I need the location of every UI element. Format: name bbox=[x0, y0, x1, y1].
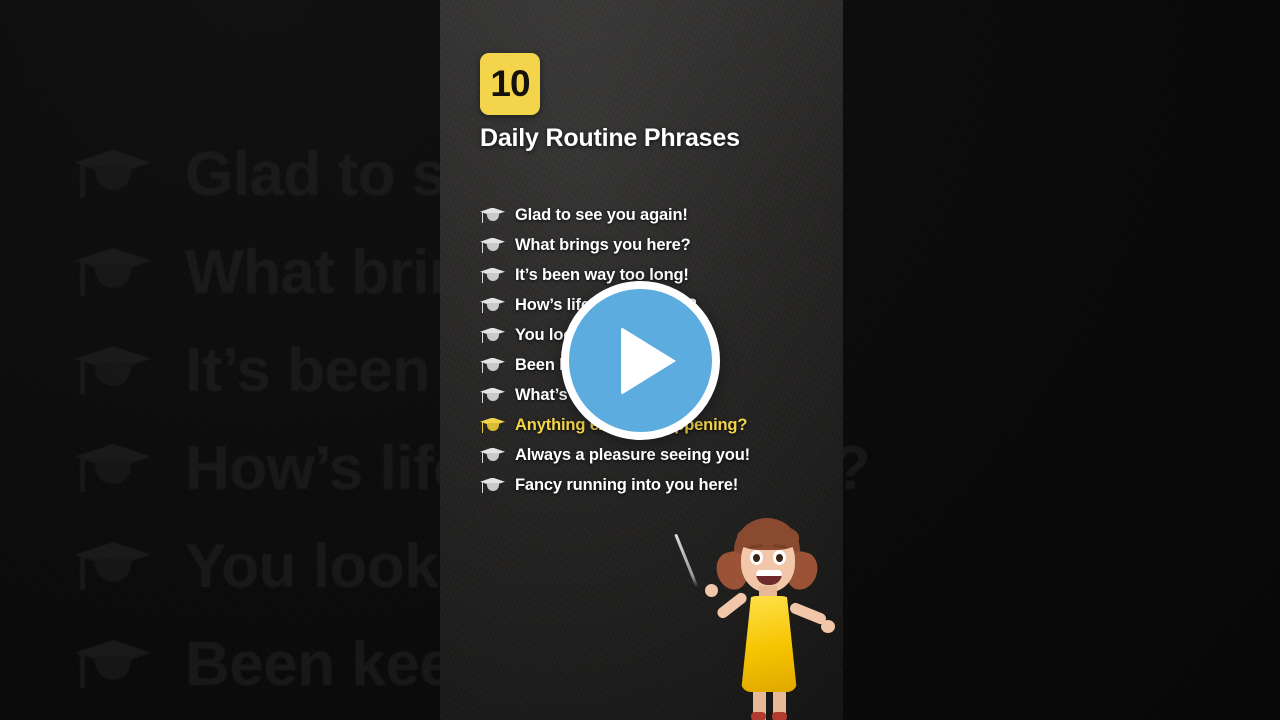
character-pupil-left bbox=[753, 554, 760, 562]
graduation-cap-icon bbox=[480, 327, 505, 344]
graduation-cap-icon bbox=[480, 297, 505, 314]
character-teeth bbox=[756, 570, 782, 576]
character-dress bbox=[741, 596, 797, 692]
play-button[interactable] bbox=[561, 281, 720, 440]
page-title: Daily Routine Phrases bbox=[480, 124, 740, 152]
phrase-text: It’s been way too long! bbox=[515, 265, 689, 284]
number-badge: 10 bbox=[480, 53, 540, 115]
character-hand-right bbox=[821, 620, 835, 633]
graduation-cap-icon bbox=[75, 344, 151, 396]
graduation-cap-icon bbox=[480, 357, 505, 374]
character-hand-left bbox=[705, 584, 718, 597]
graduation-cap-icon bbox=[480, 207, 505, 224]
graduation-cap-icon bbox=[75, 540, 151, 592]
phrase-text: Always a pleasure seeing you! bbox=[515, 445, 750, 464]
phrase-text: Glad to see you again! bbox=[515, 205, 688, 224]
character-shoe-left bbox=[751, 712, 766, 720]
graduation-cap-icon bbox=[480, 387, 505, 404]
graduation-cap-icon bbox=[75, 148, 151, 200]
graduation-cap-icon bbox=[75, 638, 151, 690]
list-item: Fancy running into you here! bbox=[480, 470, 830, 500]
graduation-cap-icon bbox=[480, 447, 505, 464]
video-player-stage: Glad to see you again! What brings you he… bbox=[0, 0, 1280, 720]
graduation-cap-icon bbox=[75, 246, 151, 298]
list-item: Always a pleasure seeing you! bbox=[480, 440, 830, 470]
list-item: Glad to see you again! bbox=[480, 200, 830, 230]
teacher-character bbox=[674, 512, 843, 720]
character-pupil-right bbox=[776, 554, 783, 562]
character-shoe-right bbox=[772, 712, 787, 720]
graduation-cap-icon bbox=[480, 477, 505, 494]
character-arm-left bbox=[715, 590, 749, 621]
play-triangle-icon bbox=[621, 326, 676, 395]
graduation-cap-icon bbox=[480, 267, 505, 284]
list-item: What brings you here? bbox=[480, 230, 830, 260]
phrase-text: Fancy running into you here! bbox=[515, 475, 739, 494]
graduation-cap-icon bbox=[480, 237, 505, 254]
graduation-cap-icon bbox=[480, 417, 505, 434]
character-fringe bbox=[737, 524, 799, 550]
phrase-text: What brings you here? bbox=[515, 235, 691, 254]
graduation-cap-icon bbox=[75, 442, 151, 494]
